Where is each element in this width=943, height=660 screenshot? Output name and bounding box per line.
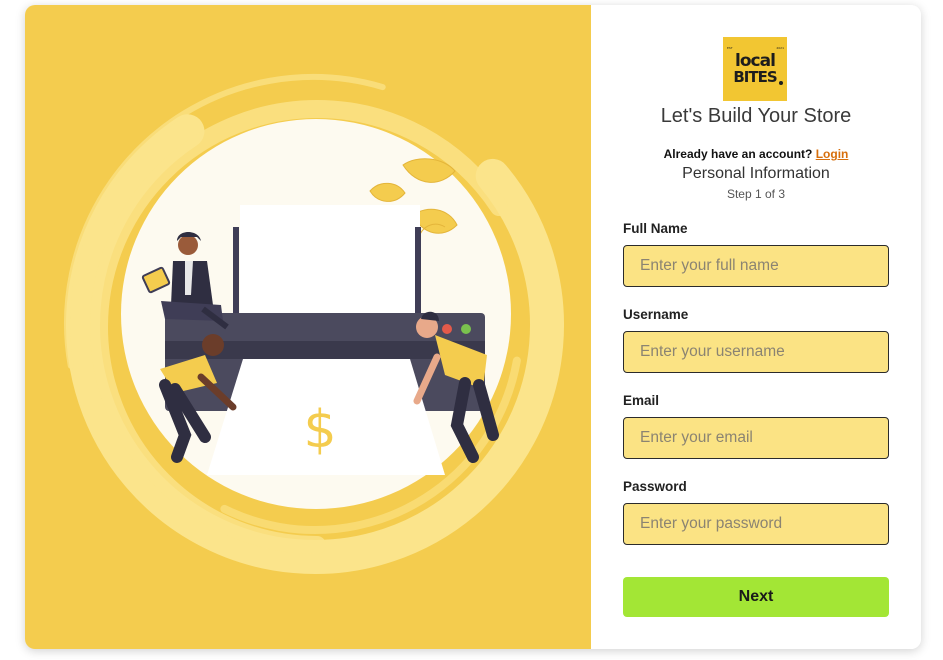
page-title: Let's Build Your Store: [660, 105, 852, 127]
dollar-sign-icon: $: [303, 400, 336, 460]
section-title: Personal Information: [682, 165, 830, 182]
login-link[interactable]: Login: [816, 147, 849, 161]
next-button[interactable]: Next: [623, 577, 889, 617]
status-light-red: [442, 324, 452, 334]
signup-card: $ EST 2021 local BITES Let's Build Your …: [25, 5, 921, 649]
status-light-green: [461, 324, 471, 334]
password-label: Password: [623, 479, 687, 494]
username-label: Username: [623, 307, 689, 322]
logo-text-bites: BITES: [733, 67, 777, 86]
email-input[interactable]: [623, 417, 889, 459]
logo-small-text-left: EST: [727, 46, 733, 50]
store-illustration: $: [64, 74, 564, 574]
full-name-label: Full Name: [623, 221, 688, 236]
password-input[interactable]: [623, 503, 889, 545]
full-name-input[interactable]: [623, 245, 889, 287]
logo-small-text-right: 2021: [776, 46, 784, 50]
signup-form-panel: EST 2021 local BITES Let's Build Your St…: [591, 5, 921, 649]
local-bites-logo: EST 2021 local BITES: [723, 37, 787, 101]
email-label: Email: [623, 393, 660, 408]
have-account-prompt: Already have an account? Login: [591, 147, 921, 161]
logo-text-local: local: [735, 50, 776, 71]
username-input[interactable]: [623, 331, 889, 373]
hero-illustration-panel: $: [25, 5, 591, 649]
step-indicator: Step 1 of 3: [726, 187, 786, 201]
logo-dot: [779, 81, 783, 85]
paper-sheet: [240, 205, 420, 315]
have-account-text: Already have an account?: [663, 147, 813, 161]
